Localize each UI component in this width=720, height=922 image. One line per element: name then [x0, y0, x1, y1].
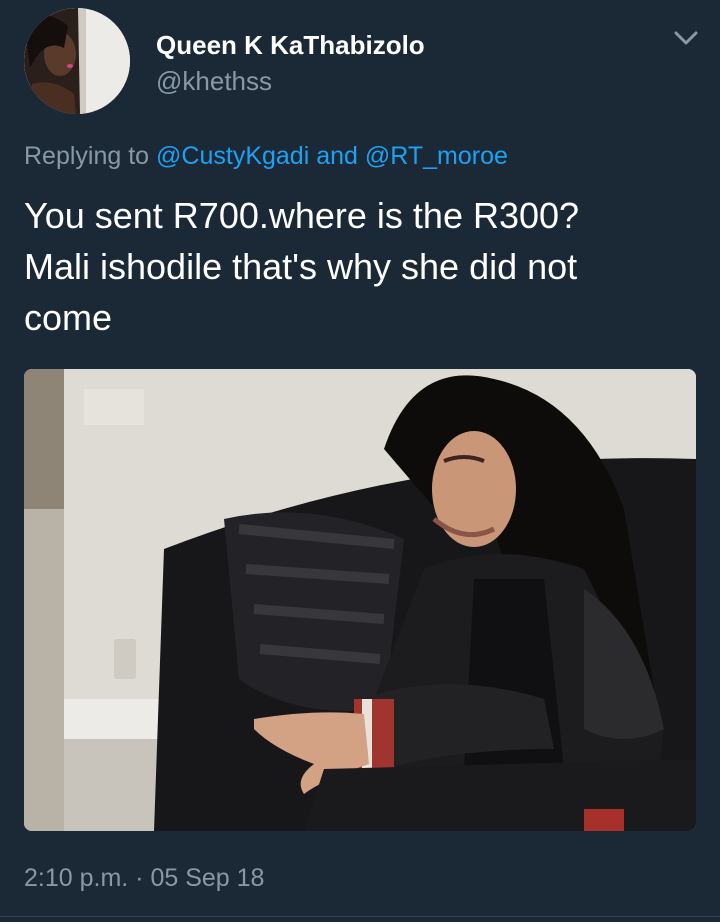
- chevron-down-icon: [674, 31, 698, 45]
- tweet-menu-button[interactable]: [668, 24, 704, 52]
- replying-to-line: Replying to @CustyKgadi and @RT_moroe: [24, 142, 508, 171]
- mention-custykgadi[interactable]: @CustyKgadi: [156, 142, 309, 170]
- author-handle[interactable]: @khethss: [156, 66, 272, 97]
- author-display-name[interactable]: Queen K KaThabizolo: [156, 30, 425, 61]
- author-avatar[interactable]: [24, 8, 130, 114]
- bottom-divider: [0, 916, 720, 917]
- avatar-photo-icon: [24, 8, 130, 114]
- tweet-media-photo[interactable]: [24, 369, 696, 831]
- replying-joiner: and: [309, 142, 365, 170]
- tweet-text: You sent R700.where is the R300? Mali is…: [24, 195, 580, 338]
- tweet-timestamp[interactable]: 2:10 p.m. · 05 Sep 18: [24, 864, 264, 893]
- mention-rt-moroe[interactable]: @RT_moroe: [365, 142, 508, 170]
- replying-prefix: Replying to: [24, 142, 157, 170]
- tweet-card: Queen K KaThabizolo @khethss Replying to…: [0, 0, 720, 922]
- media-photo-icon: [24, 369, 696, 831]
